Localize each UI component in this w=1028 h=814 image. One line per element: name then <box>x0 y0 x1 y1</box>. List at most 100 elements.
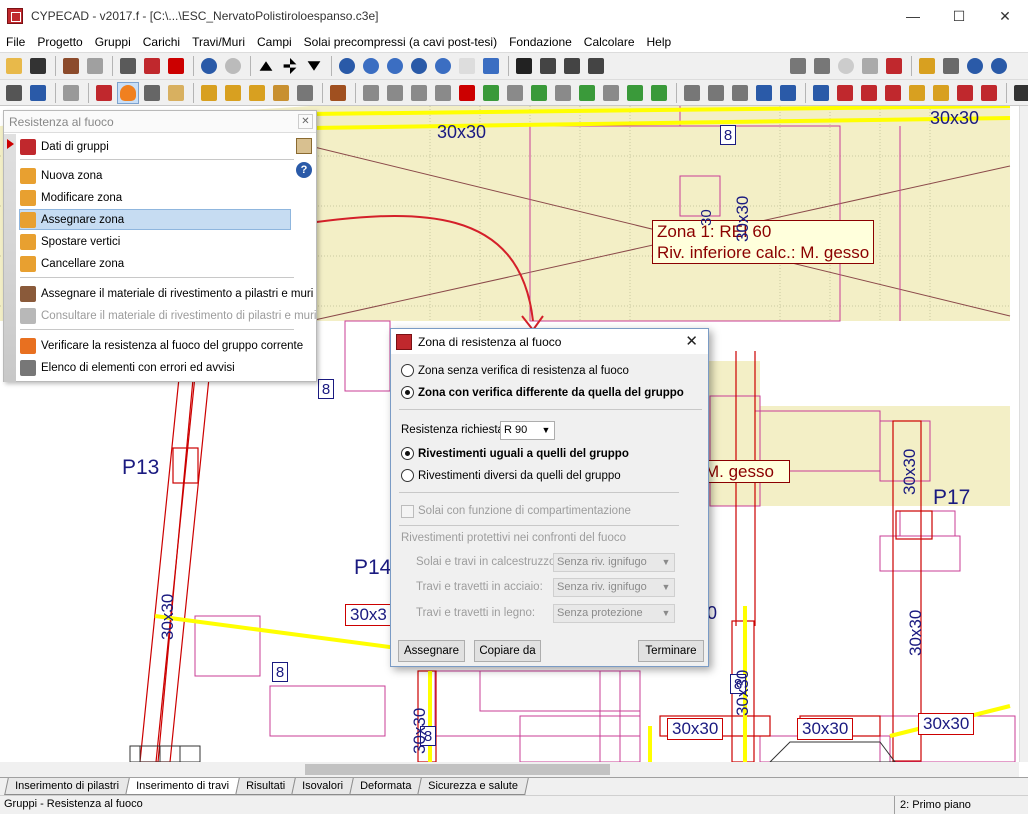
cycle-icon[interactable] <box>835 55 857 77</box>
result-icon[interactable] <box>954 82 976 104</box>
beam-label-vertical[interactable]: 30x30 <box>906 610 926 656</box>
beam-tool-icon[interactable] <box>600 82 622 104</box>
panel-item-cancellare-zona[interactable]: Cancellare zona <box>20 253 124 274</box>
beam-tool-icon[interactable] <box>576 82 598 104</box>
beam-label-vertical[interactable]: 30x30 <box>733 670 753 716</box>
slab-icon[interactable] <box>27 82 49 104</box>
panel-close-button[interactable]: ✕ <box>298 114 313 129</box>
panel-item-consultare-materiale[interactable]: Consultare il materiale di rivestimento … <box>20 305 316 326</box>
zoom-window-icon[interactable] <box>432 55 454 77</box>
beam-label-vertical[interactable]: 30x30 <box>733 196 753 242</box>
concrete-coating-select[interactable]: Senza riv. ignifugo ▼ <box>553 553 675 572</box>
beam-label-vertical[interactable]: 30x30 <box>900 449 920 495</box>
dimension-icon[interactable] <box>585 55 607 77</box>
horizontal-scroll-thumb[interactable] <box>305 764 610 775</box>
menu-carichi[interactable]: Carichi <box>137 32 186 52</box>
span-number[interactable]: 8 <box>272 662 288 682</box>
arrow-down-icon[interactable] <box>303 55 325 77</box>
menu-campi[interactable]: Campi <box>251 32 298 52</box>
tab-inserimento-pilastri[interactable]: Inserimento di pilastri <box>4 778 130 795</box>
undo-icon[interactable] <box>198 55 220 77</box>
minimize-button[interactable]: — <box>890 0 936 32</box>
radio-coating-diff[interactable]: Rivestimenti diversi da quelli del grupp… <box>401 469 621 482</box>
layers-icon[interactable] <box>787 55 809 77</box>
edit-icon[interactable] <box>859 55 881 77</box>
edit-load-icon[interactable] <box>270 82 292 104</box>
compartment-checkbox[interactable] <box>401 505 414 518</box>
menu-progetto[interactable]: Progetto <box>31 32 88 52</box>
delete-beam-icon[interactable] <box>456 82 478 104</box>
pillar-label-p17[interactable]: P17 <box>933 486 970 510</box>
open-folder-icon[interactable] <box>3 55 25 77</box>
beam-tool-icon[interactable] <box>648 82 670 104</box>
radio-coating-same[interactable]: Rivestimenti uguali a quelli del gruppo <box>401 447 629 460</box>
beam-label-vertical[interactable]: 30x30 <box>158 594 178 640</box>
load-icon[interactable] <box>198 82 220 104</box>
info-icon[interactable] <box>988 55 1010 77</box>
sync-icon[interactable] <box>940 55 962 77</box>
assign-button[interactable]: Assegnare <box>398 640 465 662</box>
span-number[interactable]: 8 <box>318 379 334 399</box>
box-icon[interactable] <box>165 82 187 104</box>
radio-circle-selected[interactable] <box>401 447 414 460</box>
load-icon[interactable] <box>246 82 268 104</box>
menu-solai-precompressi[interactable]: Solai precompressi (a cavi post-tesi) <box>298 32 503 52</box>
panel-item-dati-gruppi[interactable]: Dati di gruppi <box>20 136 109 157</box>
load-icon[interactable] <box>222 82 244 104</box>
horizontal-scrollbar[interactable] <box>0 762 1019 777</box>
radio-zone-diff-check[interactable]: Zona con verifica differente da quella d… <box>401 386 684 399</box>
beam-label-30x30-bottom2[interactable]: 30x30 <box>797 718 854 740</box>
arrow-updown-icon[interactable] <box>279 55 301 77</box>
grid-red-icon[interactable] <box>141 55 163 77</box>
beam-label-30x30-bottom[interactable]: 30x30 <box>667 718 724 740</box>
result-icon[interactable] <box>906 82 928 104</box>
tool-icon[interactable] <box>84 55 106 77</box>
dimension-icon[interactable] <box>681 82 703 104</box>
result-icon[interactable] <box>834 82 856 104</box>
steel-coating-select[interactable]: Senza riv. ignifugo ▼ <box>553 578 675 597</box>
beam-tool-icon[interactable] <box>360 82 382 104</box>
beam-tool-icon[interactable] <box>432 82 454 104</box>
dimension-icon[interactable] <box>729 82 751 104</box>
panel-item-nuova-zona[interactable]: Nuova zona <box>20 165 102 186</box>
tab-inserimento-travi[interactable]: Inserimento di travi <box>125 778 240 795</box>
radio-zone-no-check[interactable]: Zona senza verifica di resistenza al fuo… <box>401 364 629 377</box>
beam-tool-icon[interactable] <box>504 82 526 104</box>
copy-from-button[interactable]: Copiare da <box>474 640 541 662</box>
help-icon[interactable] <box>964 55 986 77</box>
tab-deformata[interactable]: Deformata <box>349 778 423 795</box>
grid-beam-icon[interactable] <box>93 82 115 104</box>
panel-item-spostare-vertici[interactable]: Spostare vertici <box>20 231 120 252</box>
beam-tool-icon[interactable] <box>552 82 574 104</box>
magnet-icon[interactable] <box>165 55 187 77</box>
maximize-button[interactable]: ☐ <box>936 0 982 32</box>
beam-tool-icon[interactable] <box>624 82 646 104</box>
building-icon[interactable] <box>294 82 316 104</box>
layers-icon[interactable] <box>811 55 833 77</box>
dimension-icon[interactable] <box>753 82 775 104</box>
beam-tool-icon[interactable] <box>384 82 406 104</box>
grid-icon[interactable] <box>117 55 139 77</box>
wall-icon[interactable] <box>327 82 349 104</box>
binoculars-icon[interactable] <box>513 55 535 77</box>
dimension-icon[interactable] <box>537 55 559 77</box>
stairs-icon[interactable] <box>60 82 82 104</box>
dimension-icon[interactable] <box>705 82 727 104</box>
beam-label-30x30-topright[interactable]: 30x30 <box>930 108 979 129</box>
zoom-in-icon[interactable] <box>360 55 382 77</box>
save-icon[interactable] <box>27 55 49 77</box>
beam-tool-icon[interactable] <box>408 82 430 104</box>
menu-calcolare[interactable]: Calcolare <box>578 32 641 52</box>
pillar-label-p14[interactable]: P14 <box>354 556 391 580</box>
zone-tag-partial[interactable]: M. gesso <box>700 460 790 483</box>
panel-item-assegnare-materiale[interactable]: Assegnare il materiale di rivestimento a… <box>20 283 313 304</box>
beam-label-30x3[interactable]: 30x3 <box>345 604 392 626</box>
beam-tool-icon[interactable] <box>480 82 502 104</box>
span-number[interactable]: 8 <box>720 125 736 145</box>
result-icon[interactable] <box>810 82 832 104</box>
export-icon[interactable] <box>883 55 905 77</box>
beam-tool-icon[interactable] <box>528 82 550 104</box>
panel-item-modificare-zona[interactable]: Modificare zona <box>20 187 122 208</box>
wood-coating-select[interactable]: Senza protezione ▼ <box>553 604 675 623</box>
panel-item-assegnare-zona[interactable]: Assegnare zona <box>19 209 291 230</box>
